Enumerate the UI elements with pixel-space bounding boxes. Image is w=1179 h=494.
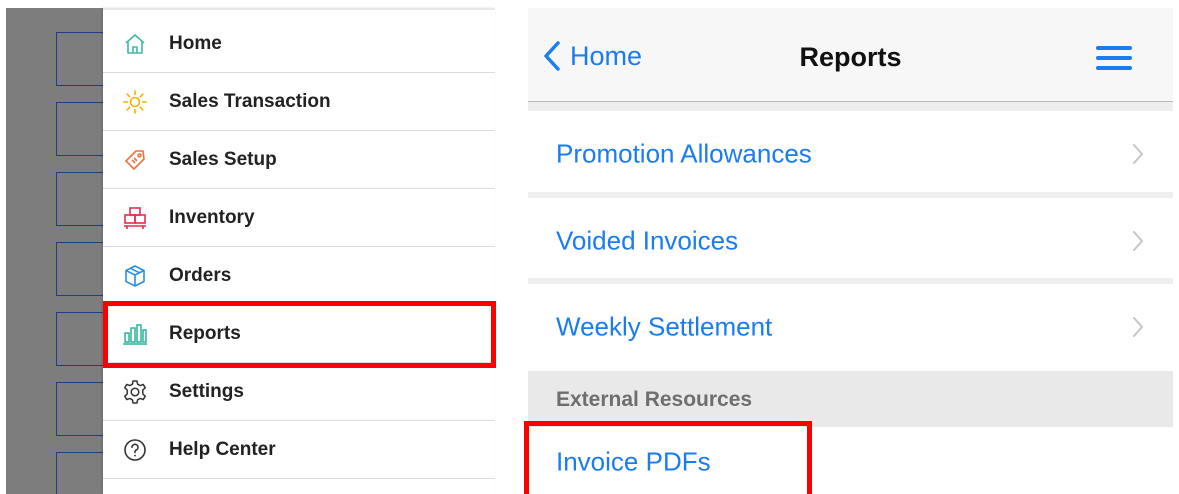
menu-item-reports[interactable]: Reports bbox=[103, 305, 495, 363]
list-item-label: Promotion Allowances bbox=[556, 138, 812, 168]
menu-item-inventory[interactable]: Inventory bbox=[103, 189, 495, 247]
tag-icon bbox=[121, 146, 149, 174]
page-title: Reports bbox=[799, 42, 902, 72]
boxes-icon bbox=[121, 204, 149, 232]
chevron-right-icon bbox=[1133, 230, 1143, 251]
home-icon bbox=[121, 30, 149, 58]
package-icon bbox=[121, 262, 149, 290]
list-item-label: Voided Invoices bbox=[556, 225, 739, 255]
question-circle-icon bbox=[121, 436, 149, 464]
menu-item-label: Reports bbox=[169, 322, 241, 344]
background-tile bbox=[56, 452, 110, 494]
background-tile bbox=[56, 312, 110, 366]
background-tile bbox=[56, 32, 110, 86]
gear-icon bbox=[121, 378, 149, 406]
chevron-right-icon bbox=[1133, 143, 1143, 164]
menu-item-label: Sales Transaction bbox=[169, 90, 331, 112]
bar-chart-icon bbox=[121, 320, 149, 348]
background-tile bbox=[56, 242, 110, 296]
background-tile bbox=[56, 102, 110, 156]
reports-screen: Home Reports Promotion Allowances Voided… bbox=[528, 8, 1173, 494]
list-item-voided-invoices[interactable]: Voided Invoices bbox=[528, 198, 1173, 283]
side-menu-panel: Home Sales Transaction Sales Setup Inven… bbox=[0, 0, 500, 494]
sun-icon bbox=[121, 88, 149, 116]
list-item-promotion-allowances[interactable]: Promotion Allowances bbox=[528, 111, 1173, 196]
hamburger-icon[interactable] bbox=[1096, 46, 1132, 70]
menu-item-home[interactable]: Home bbox=[103, 15, 495, 73]
menu-item-sales-setup[interactable]: Sales Setup bbox=[103, 131, 495, 189]
menu-item-label: Settings bbox=[169, 380, 244, 402]
menu-item-label: Inventory bbox=[169, 206, 255, 228]
section-header-label: External Resources bbox=[556, 388, 753, 411]
navigation-drawer: Home Sales Transaction Sales Setup Inven… bbox=[103, 8, 495, 494]
section-header-external-resources: External Resources bbox=[528, 371, 1173, 427]
menu-item-label: Sales Setup bbox=[169, 148, 277, 170]
chevron-right-icon bbox=[1133, 316, 1143, 337]
menu-item-label: Help Center bbox=[169, 438, 276, 460]
menu-item-orders[interactable]: Orders bbox=[103, 247, 495, 305]
menu-item-settings[interactable]: Settings bbox=[103, 363, 495, 421]
background-tile bbox=[56, 382, 110, 436]
menu-item-sales-transaction[interactable]: Sales Transaction bbox=[103, 73, 495, 131]
background-tile bbox=[56, 172, 110, 226]
list-item-label: Weekly Settlement bbox=[556, 311, 773, 341]
menu-item-label: Orders bbox=[169, 264, 232, 286]
list-item-weekly-settlement[interactable]: Weekly Settlement bbox=[528, 284, 1173, 369]
menu-item-label: Home bbox=[169, 32, 222, 54]
list-item-label: Invoice PDFs bbox=[556, 446, 711, 477]
menu-item-help-center[interactable]: Help Center bbox=[103, 421, 495, 479]
navigation-bar: Home Reports bbox=[528, 8, 1173, 102]
list-item-invoice-pdfs[interactable]: Invoice PDFs bbox=[528, 427, 1173, 494]
